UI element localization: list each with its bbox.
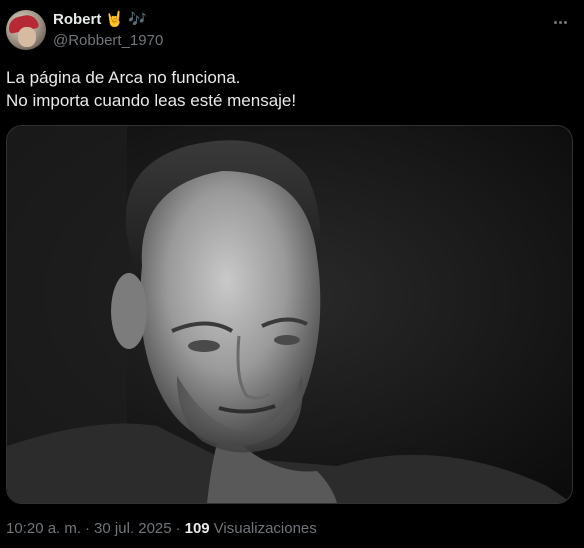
- views-label[interactable]: Visualizaciones: [214, 520, 317, 537]
- avatar-face: [18, 27, 36, 47]
- tweet-time[interactable]: 10:20 a. m.: [6, 520, 81, 537]
- music-notes-emoji-icon: 🎶: [128, 11, 147, 28]
- tweet-header: Robert 🤘 🎶 @Robbert_1970: [0, 0, 584, 60]
- tweet-media-image[interactable]: [6, 125, 573, 504]
- more-dot: [553, 20, 557, 24]
- tweet-meta: 10:20 a. m. · 30 jul. 2025 · 109 Visuali…: [6, 520, 317, 537]
- more-dot: [563, 20, 567, 24]
- tweet-text: La página de Arca no funciona. No import…: [6, 66, 576, 112]
- author-handle[interactable]: @Robbert_1970: [53, 32, 163, 49]
- meta-separator: ·: [85, 520, 91, 537]
- author-name-row: Robert 🤘 🎶: [53, 11, 147, 28]
- author-display-name[interactable]: Robert: [53, 11, 101, 28]
- meta-separator: ·: [175, 520, 181, 537]
- tweet-text-line: La página de Arca no funciona.: [6, 68, 241, 87]
- more-options-icon[interactable]: [546, 12, 574, 32]
- avatar[interactable]: [6, 10, 46, 50]
- rock-hand-emoji-icon: 🤘: [105, 11, 125, 28]
- more-dot: [558, 20, 562, 24]
- tweet-text-line: No importa cuando leas esté mensaje!: [6, 91, 297, 110]
- tweet-date[interactable]: 30 jul. 2025: [94, 520, 172, 537]
- media-photo: [7, 126, 572, 503]
- views-count[interactable]: 109: [185, 520, 210, 537]
